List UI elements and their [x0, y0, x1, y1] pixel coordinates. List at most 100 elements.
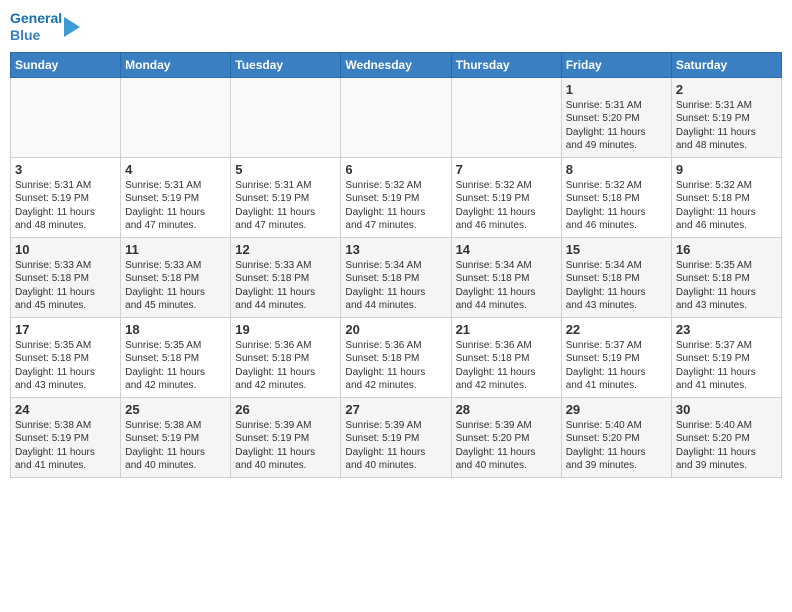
day-number: 25	[125, 402, 226, 417]
day-info-line: Daylight: 11 hours	[566, 366, 667, 380]
day-info-line: Sunset: 5:19 PM	[345, 432, 446, 446]
calendar-day-cell: 7Sunrise: 5:32 AMSunset: 5:19 PMDaylight…	[451, 157, 561, 237]
day-info-line: Sunrise: 5:39 AM	[456, 419, 557, 433]
calendar-day-cell: 6Sunrise: 5:32 AMSunset: 5:19 PMDaylight…	[341, 157, 451, 237]
day-number: 8	[566, 162, 667, 177]
day-number: 14	[456, 242, 557, 257]
day-info-line: Sunrise: 5:31 AM	[15, 179, 116, 193]
day-info-line: Daylight: 11 hours	[345, 286, 446, 300]
calendar-day-cell: 19Sunrise: 5:36 AMSunset: 5:18 PMDayligh…	[231, 317, 341, 397]
day-info-line: Sunset: 5:19 PM	[235, 432, 336, 446]
day-info-line: Daylight: 11 hours	[676, 446, 777, 460]
weekday-header-row: SundayMondayTuesdayWednesdayThursdayFrid…	[11, 52, 782, 77]
day-number: 23	[676, 322, 777, 337]
day-info-line: Sunrise: 5:33 AM	[15, 259, 116, 273]
calendar-day-cell: 12Sunrise: 5:33 AMSunset: 5:18 PMDayligh…	[231, 237, 341, 317]
weekday-header-cell: Sunday	[11, 52, 121, 77]
calendar-day-cell: 14 Sunrise: 5:34 AMSunset: 5:18 PMDayligh…	[451, 237, 561, 317]
calendar-day-cell: 23Sunrise: 5:37 AMSunset: 5:19 PMDayligh…	[671, 317, 781, 397]
day-number: 21	[456, 322, 557, 337]
day-info-line: Sunset: 5:19 PM	[15, 432, 116, 446]
calendar-day-cell: 21Sunrise: 5:36 AMSunset: 5:18 PMDayligh…	[451, 317, 561, 397]
day-info-line: Sunrise: 5:36 AM	[235, 339, 336, 353]
day-info-line: Sunrise: 5:39 AM	[235, 419, 336, 433]
day-info-line: Daylight: 11 hours	[676, 366, 777, 380]
day-info-line: and 42 minutes.	[456, 379, 557, 393]
day-number: 27	[345, 402, 446, 417]
day-info-line: and 40 minutes.	[345, 459, 446, 473]
day-info-line: Sunset: 5:18 PM	[456, 352, 557, 366]
calendar-day-cell	[231, 77, 341, 157]
page-header: GeneralBlue	[10, 10, 782, 44]
day-info-line: and 40 minutes.	[456, 459, 557, 473]
day-info-line: and 41 minutes.	[15, 459, 116, 473]
day-info-line: Daylight: 11 hours	[456, 286, 557, 300]
day-info-line: and 46 minutes.	[456, 219, 557, 233]
logo: GeneralBlue	[10, 10, 80, 44]
calendar-day-cell: 17Sunrise: 5:35 AMSunset: 5:18 PMDayligh…	[11, 317, 121, 397]
calendar-table: SundayMondayTuesdayWednesdayThursdayFrid…	[10, 52, 782, 478]
day-info-line: and 46 minutes.	[566, 219, 667, 233]
day-info-line: Sunrise: 5:35 AM	[676, 259, 777, 273]
day-info-line: Sunset: 5:18 PM	[566, 272, 667, 286]
day-number: 22	[566, 322, 667, 337]
calendar-day-cell: 5Sunrise: 5:31 AMSunset: 5:19 PMDaylight…	[231, 157, 341, 237]
calendar-week-row: 3Sunrise: 5:31 AMSunset: 5:19 PMDaylight…	[11, 157, 782, 237]
day-info-line: Daylight: 11 hours	[235, 446, 336, 460]
calendar-day-cell: 1Sunrise: 5:31 AMSunset: 5:20 PMDaylight…	[561, 77, 671, 157]
day-info-line: Daylight: 11 hours	[676, 286, 777, 300]
calendar-day-cell: 16Sunrise: 5:35 AMSunset: 5:18 PMDayligh…	[671, 237, 781, 317]
day-info-line: Sunrise: 5:37 AM	[566, 339, 667, 353]
day-info-line: Sunrise: 5:36 AM	[456, 339, 557, 353]
day-info-line: Daylight: 11 hours	[676, 126, 777, 140]
day-number: 26	[235, 402, 336, 417]
day-info-line: Sunset: 5:18 PM	[345, 352, 446, 366]
day-info-line: and 42 minutes.	[235, 379, 336, 393]
day-info-line: Sunrise: 5:35 AM	[125, 339, 226, 353]
calendar-day-cell: 9Sunrise: 5:32 AMSunset: 5:18 PMDaylight…	[671, 157, 781, 237]
logo-arrow-icon	[64, 17, 80, 37]
day-info-line: Daylight: 11 hours	[345, 366, 446, 380]
day-info-line: Sunrise: 5:34 AM	[456, 259, 557, 273]
calendar-day-cell: 3Sunrise: 5:31 AMSunset: 5:19 PMDaylight…	[11, 157, 121, 237]
day-number: 12	[235, 242, 336, 257]
calendar-day-cell	[341, 77, 451, 157]
day-info-line: Sunset: 5:18 PM	[15, 272, 116, 286]
calendar-day-cell: 10Sunrise: 5:33 AMSunset: 5:18 PMDayligh…	[11, 237, 121, 317]
day-info-line: Sunset: 5:18 PM	[235, 272, 336, 286]
day-info-line: Sunset: 5:18 PM	[456, 272, 557, 286]
day-info-line: Daylight: 11 hours	[15, 446, 116, 460]
day-info-line: Daylight: 11 hours	[125, 206, 226, 220]
day-info-line: Sunrise: 5:35 AM	[15, 339, 116, 353]
calendar-week-row: 1Sunrise: 5:31 AMSunset: 5:20 PMDaylight…	[11, 77, 782, 157]
day-info-line: Daylight: 11 hours	[566, 206, 667, 220]
day-number: 20	[345, 322, 446, 337]
day-number: 7	[456, 162, 557, 177]
day-info-line: Sunrise: 5:31 AM	[676, 99, 777, 113]
weekday-header-cell: Tuesday	[231, 52, 341, 77]
day-info-line: Sunrise: 5:33 AM	[235, 259, 336, 273]
day-number: 1	[566, 82, 667, 97]
day-info-line: Daylight: 11 hours	[125, 286, 226, 300]
day-number: 15	[566, 242, 667, 257]
day-number: 6	[345, 162, 446, 177]
day-number: 19	[235, 322, 336, 337]
day-info-line: Sunset: 5:19 PM	[676, 352, 777, 366]
calendar-day-cell: 4Sunrise: 5:31 AMSunset: 5:19 PMDaylight…	[121, 157, 231, 237]
day-info-line: and 40 minutes.	[125, 459, 226, 473]
calendar-day-cell: 24Sunrise: 5:38 AMSunset: 5:19 PMDayligh…	[11, 397, 121, 477]
day-info-line: Sunset: 5:20 PM	[456, 432, 557, 446]
day-number: 4	[125, 162, 226, 177]
day-info-line: Daylight: 11 hours	[235, 206, 336, 220]
calendar-day-cell: 20Sunrise: 5:36 AMSunset: 5:18 PMDayligh…	[341, 317, 451, 397]
day-number: 13	[345, 242, 446, 257]
calendar-day-cell: 18Sunrise: 5:35 AMSunset: 5:18 PMDayligh…	[121, 317, 231, 397]
day-info-line: Daylight: 11 hours	[15, 206, 116, 220]
day-info-line: and 43 minutes.	[566, 299, 667, 313]
day-info-line: Daylight: 11 hours	[456, 206, 557, 220]
day-info-line: Sunset: 5:19 PM	[15, 192, 116, 206]
day-info-line: and 39 minutes.	[676, 459, 777, 473]
day-number: 17	[15, 322, 116, 337]
day-info-line: and 44 minutes.	[235, 299, 336, 313]
day-info-line: and 42 minutes.	[345, 379, 446, 393]
